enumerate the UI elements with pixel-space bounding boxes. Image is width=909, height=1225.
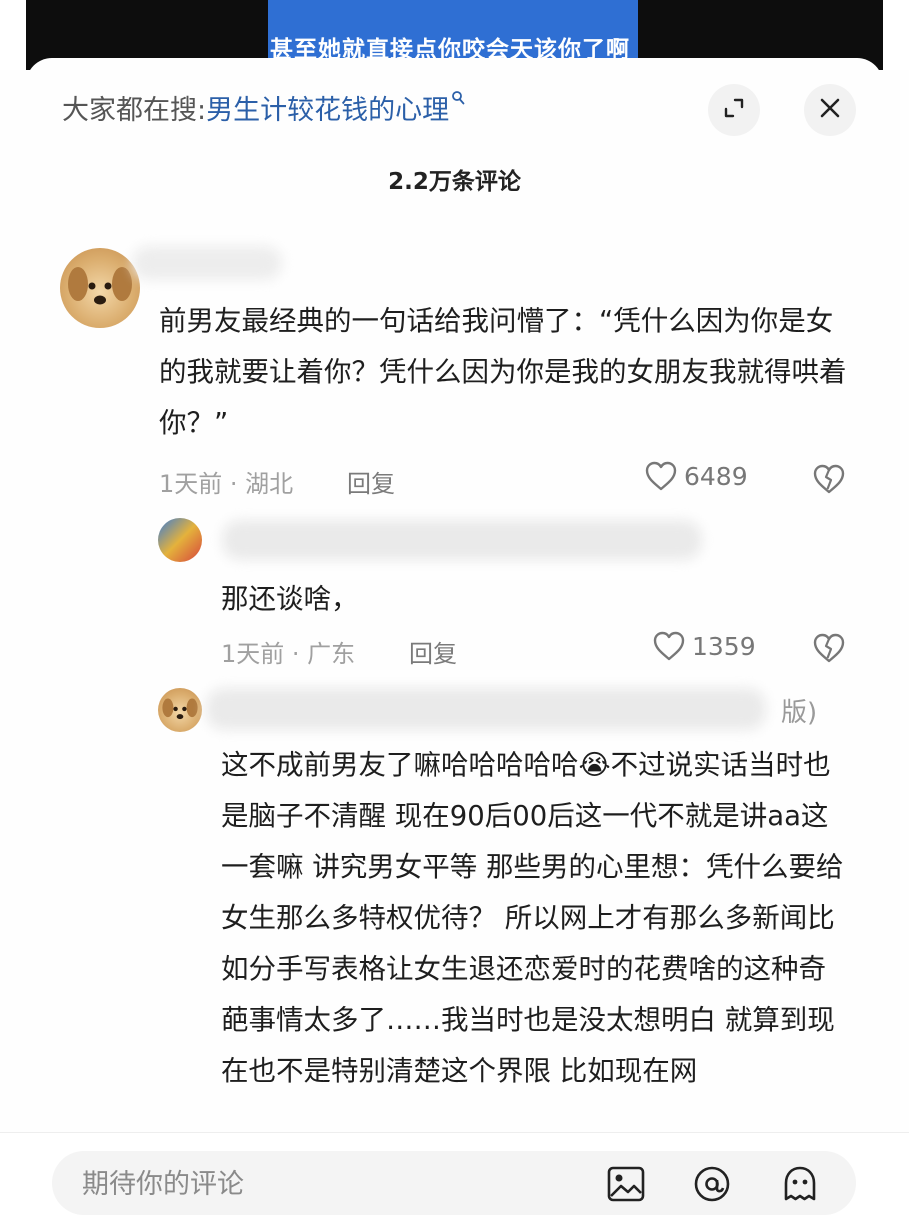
close-button[interactable] <box>804 84 856 136</box>
avatar[interactable] <box>158 688 202 732</box>
search-icon <box>451 90 465 110</box>
dog-avatar-icon <box>68 267 132 305</box>
image-button[interactable] <box>606 1165 646 1207</box>
dog-avatar-icon <box>162 698 198 720</box>
username-blurred[interactable] <box>206 688 766 730</box>
comment-input[interactable] <box>80 1161 584 1207</box>
like-button[interactable]: 6489 <box>644 460 748 492</box>
comment-meta: 1天前 · 湖北 <box>159 470 294 498</box>
comment-time: 1天前 <box>221 640 285 668</box>
image-icon <box>607 1166 645 1202</box>
at-icon <box>694 1166 730 1202</box>
mention-button[interactable] <box>692 1165 732 1207</box>
comment-input-container[interactable] <box>52 1151 856 1215</box>
reply-button[interactable]: 回复 <box>347 464 395 499</box>
comment-sheet: 大家都在搜:男生计较花钱的心理 2.2万条评论 前男友最经典的一句话给我问懵了：… <box>26 58 883 1224</box>
dislike-button[interactable] <box>812 632 846 668</box>
search-query-link[interactable]: 男生计较花钱的心理 <box>206 95 449 126</box>
broken-heart-icon <box>813 464 845 494</box>
like-count: 6489 <box>684 461 748 491</box>
comment-location: 湖北 <box>245 470 294 498</box>
collapse-icon <box>721 95 747 125</box>
heart-icon <box>645 461 677 491</box>
comment-text: 这不成前男友了嘛哈哈哈哈哈😭不过说实话当时也是脑子不清醒 现在90后00后这一代… <box>221 749 844 1087</box>
avatar[interactable] <box>60 248 140 328</box>
username-blurred[interactable] <box>222 520 702 560</box>
like-button[interactable]: 1359 <box>652 630 756 662</box>
like-count: 1359 <box>692 631 756 661</box>
heart-icon <box>653 631 685 661</box>
hot-search-suggestion[interactable]: 大家都在搜:男生计较花钱的心理 <box>62 88 465 128</box>
search-prefix: 大家都在搜: <box>62 95 207 126</box>
reply-button[interactable]: 回复 <box>409 634 457 669</box>
comment-composer <box>0 1132 909 1225</box>
emoji-icon <box>784 1166 816 1201</box>
broken-heart-icon <box>813 633 845 663</box>
comment-count: 2.2万条评论 <box>388 169 521 195</box>
emoji-button[interactable] <box>780 1165 820 1207</box>
comment-text: 那还谈啥， <box>221 583 359 615</box>
dislike-button[interactable] <box>812 463 846 499</box>
username-suffix: 版) <box>781 698 818 728</box>
comment-meta: 1天前 · 广东 <box>221 640 356 668</box>
avatar[interactable] <box>158 518 202 562</box>
video-subtitle: 甚至她就直接点你咬会天该你了啊 <box>270 37 630 58</box>
comment-text: 前男友最经典的一句话给我问懵了：“凭什么因为你是女的我就要让着你？凭什么因为你是… <box>159 305 847 439</box>
collapse-button[interactable] <box>708 84 760 136</box>
comment-time: 1天前 <box>159 470 223 498</box>
username-blurred[interactable] <box>132 246 282 280</box>
close-icon <box>818 96 842 124</box>
comment-location: 广东 <box>307 640 356 668</box>
